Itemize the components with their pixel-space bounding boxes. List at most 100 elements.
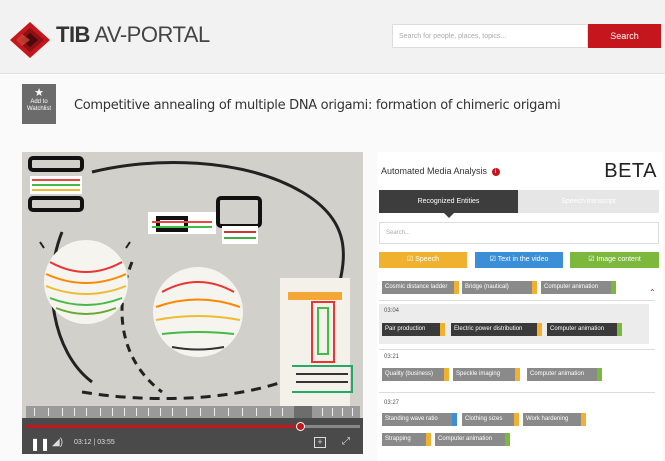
pause-icon[interactable]: ❚❚ [30, 437, 50, 451]
entity-tag-label: Speckle imaging [456, 371, 501, 377]
entity-tag[interactable]: Electric power distribution [451, 323, 542, 336]
segment-0327[interactable]: 03:27 Standing wave ratio Clothing sizes… [379, 398, 649, 458]
tag-source-stripe [581, 413, 586, 426]
tag-source-stripe [444, 368, 449, 381]
segment-0304[interactable]: 03:04 Pair production Electric power dis… [379, 304, 649, 344]
progress-handle[interactable] [295, 422, 305, 431]
plus-box-icon[interactable]: + [314, 437, 326, 448]
timeline-tick [86, 408, 87, 416]
entity-tag[interactable]: Work hardening [523, 413, 586, 426]
segment-0321[interactable]: 03:21 Quality (business) Speckle imaging… [379, 352, 649, 390]
timeline-tick [186, 408, 187, 416]
entity-tag[interactable]: Computer animation [541, 281, 616, 294]
beta-label: BETA [604, 160, 657, 182]
info-icon[interactable]: i [491, 167, 500, 176]
progress-bar[interactable] [26, 422, 360, 431]
entity-tag[interactable]: Standing wave ratio [382, 413, 457, 426]
entity-tag-label: Pair production [385, 326, 426, 332]
entity-tag[interactable]: Computer animation [527, 368, 602, 381]
entity-search-input[interactable]: Search... [379, 222, 659, 244]
timeline-tick [242, 408, 243, 416]
brand-name[interactable]: TIB AV-PORTAL [56, 22, 210, 48]
entity-tag[interactable]: Cosmic distance ladder [382, 281, 459, 294]
watchlist-label-1: Add to [30, 99, 48, 105]
timeline-tick [74, 408, 75, 416]
tib-logo-icon[interactable] [8, 20, 52, 60]
timeline-tick [214, 408, 215, 416]
timeline-tick [352, 408, 353, 416]
star-icon: ★ [34, 87, 44, 99]
entity-tag-label: Work hardening [526, 416, 569, 422]
segment-time: 03:21 [384, 354, 400, 360]
progress-fill [26, 425, 300, 428]
entity-tag[interactable]: Computer animation [547, 323, 622, 336]
tag-source-stripe [515, 368, 520, 381]
timeline-tick [228, 408, 229, 416]
tag-source-stripe [454, 281, 459, 294]
entity-tag-label: Clothing sizes [465, 416, 503, 422]
entity-tag[interactable]: Quality (business) [382, 368, 449, 381]
divider [379, 392, 655, 393]
add-to-watchlist-button[interactable]: ★ Add to Watchlist [22, 84, 56, 124]
site-header: TIB AV-PORTAL Search for people, places,… [0, 0, 665, 74]
watchlist-label-2: Watchlist [26, 106, 52, 112]
time-display: 03:12 | 03:55 [74, 439, 115, 446]
tab-speech-transcript[interactable]: Speech transcript [518, 190, 659, 213]
entity-tag-label: Standing wave ratio [385, 416, 438, 422]
entity-tag-label: Electric power distribution [454, 326, 523, 332]
tag-source-stripe [611, 281, 616, 294]
timeline-tick [282, 408, 283, 416]
entity-tag-label: Computer animation [550, 326, 605, 332]
entity-tag-label: Computer animation [544, 284, 599, 290]
filter-text-button[interactable]: ☑ Text in the video [475, 252, 563, 268]
tag-source-stripe [426, 433, 431, 446]
entity-tag[interactable]: Speckle imaging [453, 368, 520, 381]
media-analysis-panel: Automated Media Analysis i BETA Recogniz… [377, 152, 663, 461]
page-title: Competitive annealing of multiple DNA or… [74, 98, 561, 113]
search-input[interactable]: Search for people, places, topics... [392, 24, 588, 48]
filter-text-label: Text in the video [497, 256, 549, 263]
entity-tag-label: Strapping [385, 436, 411, 442]
tag-source-stripe [505, 433, 510, 446]
search-button[interactable]: Search [588, 24, 661, 48]
brand-light: AV-PORTAL [94, 22, 210, 47]
timeline-tick [148, 408, 149, 416]
player-controls: ❚❚ ◢) 03:12 | 03:55 + ⤢ [22, 418, 363, 454]
entity-tag[interactable]: Bridge (nautical) [462, 281, 537, 294]
chevron-up-icon[interactable]: ⌃ [649, 288, 656, 297]
entity-tag-label: Computer animation [530, 371, 585, 377]
entity-tag[interactable]: Computer animation [435, 433, 510, 446]
filter-image-button[interactable]: ☑ Image content [570, 252, 659, 268]
tag-source-stripe [537, 323, 542, 336]
entity-tag-label: Computer animation [438, 436, 493, 442]
filter-speech-button[interactable]: ☑ Speech [379, 252, 467, 268]
fullscreen-icon[interactable]: ⤢ [342, 436, 350, 447]
tag-source-stripe [514, 413, 519, 426]
divider [379, 349, 655, 350]
entity-tag[interactable]: Strapping [382, 433, 431, 446]
filter-image-label: Image content [596, 256, 641, 263]
timeline-tick [332, 408, 333, 416]
entity-tag-label: Cosmic distance ladder [385, 284, 448, 290]
timeline-tick [112, 408, 113, 416]
timeline-tick [270, 408, 271, 416]
timeline-current-scene[interactable] [294, 406, 312, 418]
timeline-tick [124, 408, 125, 416]
tag-source-stripe [532, 281, 537, 294]
timeline-tick [34, 408, 35, 416]
timeline-tick [160, 408, 161, 416]
tag-source-stripe [617, 323, 622, 336]
timeline-tick [100, 408, 101, 416]
timeline-tick [322, 408, 323, 416]
entity-tag[interactable]: Clothing sizes [462, 413, 519, 426]
scene-timeline[interactable] [26, 406, 360, 418]
timeline-tick [172, 408, 173, 416]
tab-recognized-entities[interactable]: Recognized Entities [379, 190, 518, 218]
filter-speech-label: Speech [415, 256, 439, 263]
divider [379, 300, 655, 301]
timeline-tick [136, 408, 137, 416]
entity-tag[interactable]: Pair production [382, 323, 445, 336]
segment-time: 03:04 [384, 308, 400, 314]
volume-icon[interactable]: ◢) [52, 437, 63, 448]
tag-source-stripe [440, 323, 445, 336]
